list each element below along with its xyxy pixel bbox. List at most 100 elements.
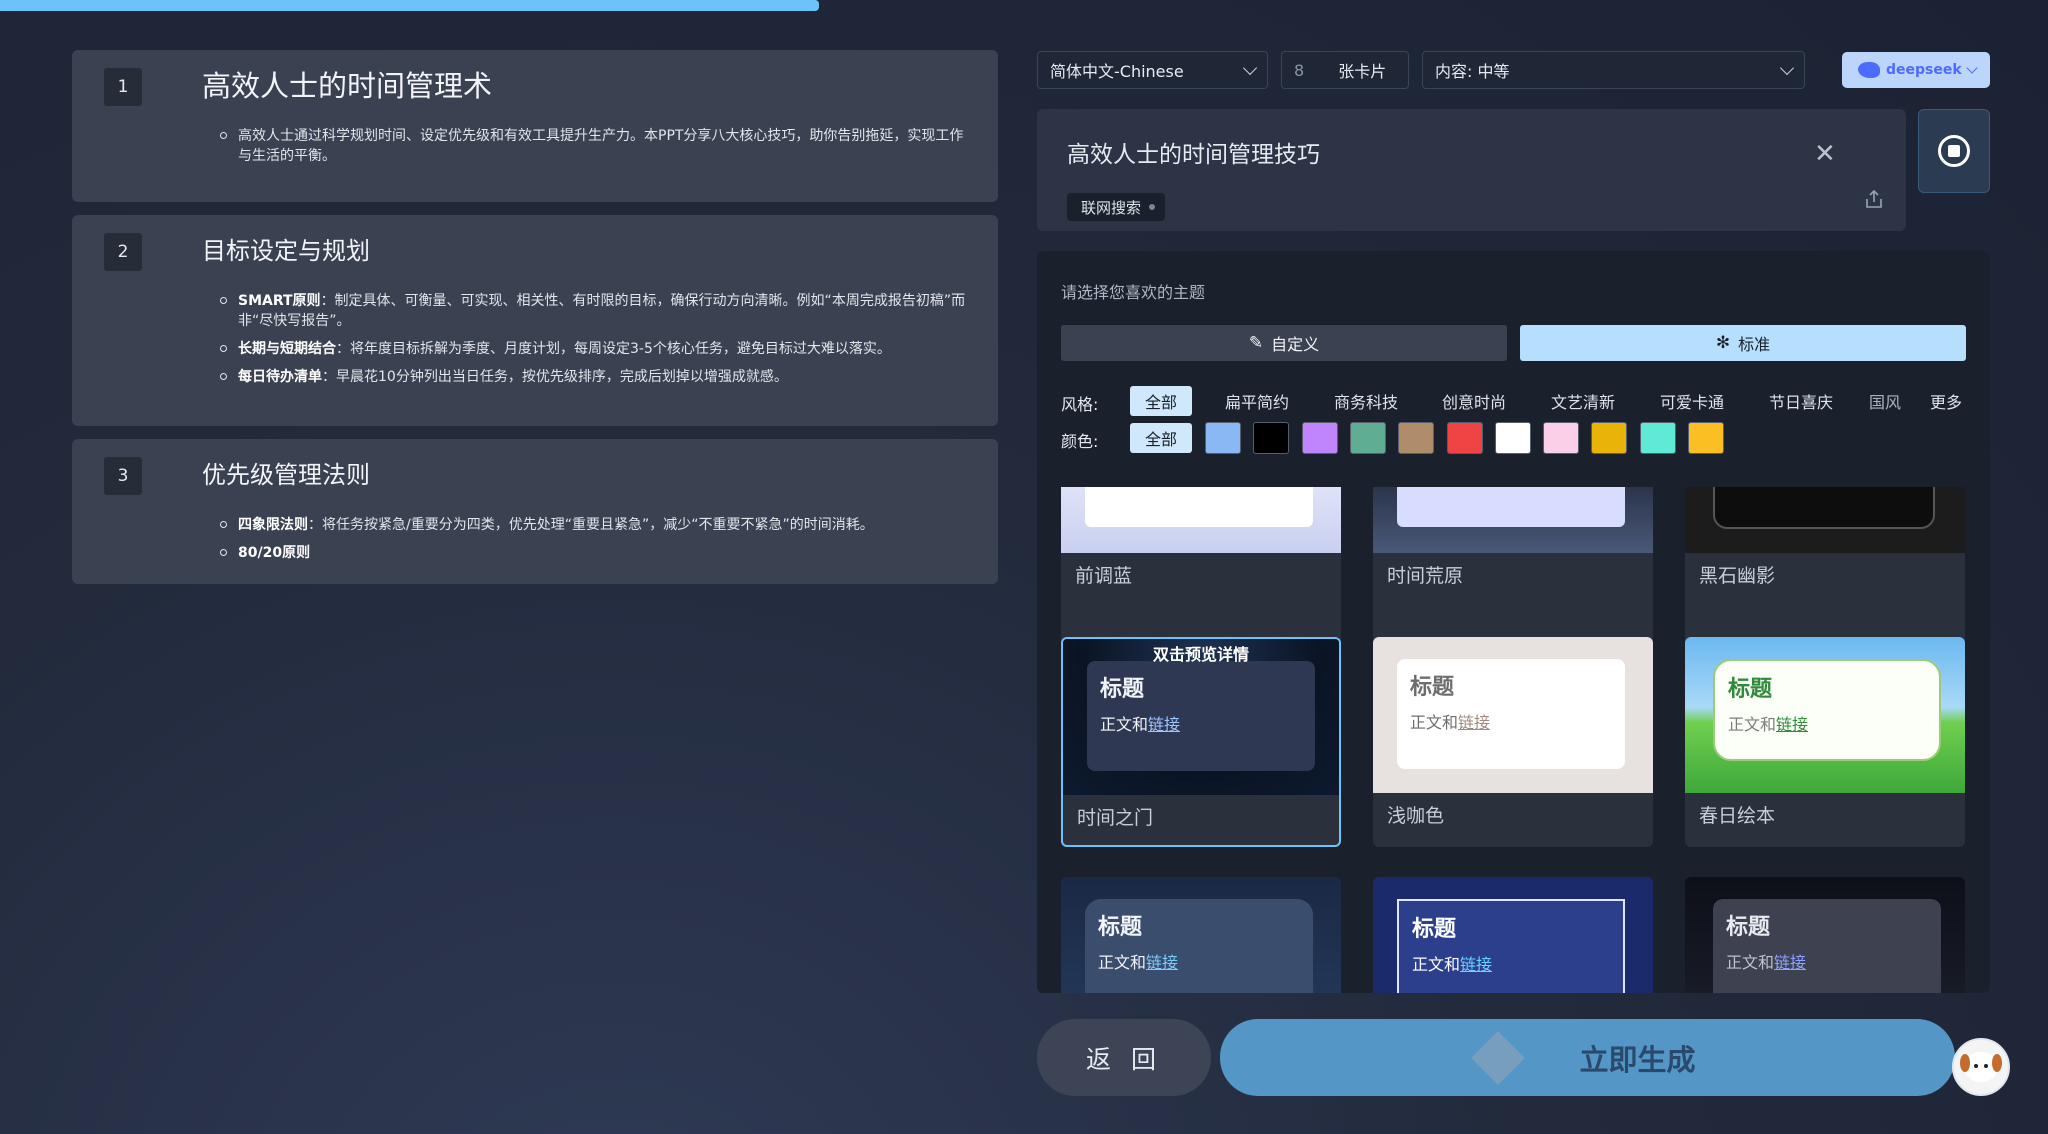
card-point[interactable]: SMART原则：制定具体、可衡量、可实现、相关性、有时限的目标，确保行动方向清晰… [220,291,968,331]
theme-name: 黑石幽影 [1699,565,1776,587]
theme-card[interactable]: 标题 正文和链接 浅咖色 [1373,637,1653,847]
color-swatch[interactable] [1253,422,1290,454]
magic-wand-icon: ✎ [1248,333,1264,353]
sample-body: 正文和链接 [1726,953,1807,972]
sample-body: 正文和链接 [1410,713,1491,732]
outline-card[interactable]: 3 优先级管理法则 四象限法则：将任务按紧急/重要分为四类，优先处理“重要且紧急… [72,439,998,584]
theme-card[interactable]: 标题 正文和链接 [1685,877,1965,993]
dog-mascot-icon [1960,1052,2002,1082]
content-level-value: 内容: 中等 [1435,62,1510,81]
color-swatch[interactable] [1205,422,1241,454]
theme-prompt: 请选择您喜欢的主题 [1061,283,1206,302]
theme-thumbnail [1373,487,1653,553]
color-swatch[interactable] [1398,422,1435,454]
outline-card[interactable]: 2 目标设定与规划 SMART原则：制定具体、可衡量、可实现、相关性、有时限的目… [72,215,998,426]
sample-link: 链接 [1460,955,1493,974]
back-button[interactable]: 返 回 [1037,1019,1211,1096]
color-swatch[interactable] [1639,422,1676,454]
more-styles-button[interactable]: 更多 [1922,386,1970,416]
generate-label: 立即生成 [1579,1042,1696,1077]
theme-name: 春日绘本 [1699,805,1776,827]
assistant-avatar[interactable] [1952,1038,2010,1096]
stop-button[interactable] [1918,109,1990,193]
sample-body: 正文和链接 [1412,955,1493,974]
generate-button[interactable]: 立即生成 [1220,1019,1955,1096]
sample-title: 标题 [1100,677,1145,702]
theme-name: 时间之门 [1077,807,1154,829]
sample-body: 正文和链接 [1100,715,1181,734]
theme-thumbnail: 标题 正文和链接 双击预览详情 [1063,639,1339,795]
color-swatch[interactable] [1446,422,1483,454]
outline-list: 1 高效人士的时间管理术 高效人士通过科学规划时间、设定优先级和有效工具提升生产… [72,50,998,597]
theme-card[interactable]: 标题正文和链接 [1373,877,1653,993]
sample-link: 链接 [1146,953,1179,972]
card-count-unit: 张卡片 [1338,62,1387,81]
theme-card[interactable]: 标题 正文和链接 双击预览详情 时间之门 [1061,637,1341,847]
color-swatch[interactable] [1543,422,1580,454]
theme-card[interactable]: 标题 正文和链接 [1061,877,1341,993]
style-filter[interactable]: 可爱卡通 [1652,386,1732,416]
style-filter[interactable]: 节日喜庆 [1761,386,1841,416]
content-level-select[interactable]: 内容: 中等 [1422,51,1805,89]
card-point[interactable]: 长期与短期结合：将年度目标拆解为季度、月度计划，每周设定3-5个核心任务，避免目… [220,339,968,359]
progress-bar [0,0,2048,11]
style-filter[interactable]: 创意时尚 [1434,386,1514,416]
style-filter[interactable]: 商务科技 [1326,386,1406,416]
topic-text[interactable]: 高效人士的时间管理技巧 [1067,135,1320,169]
theme-thumbnail [1061,487,1341,553]
generate-diamond-icon [1471,1030,1526,1085]
theme-sample-box: 标题正文和链接 [1397,899,1625,993]
theme-thumbnail: 标题 正文和链接 [1061,877,1341,993]
sample-link: 链接 [1776,715,1809,734]
theme-name: 时间荒原 [1387,565,1464,587]
color-filter-all[interactable]: 全部 [1130,423,1192,453]
custom-theme-tab[interactable]: ✎ 自定义 [1061,325,1507,361]
sample-link: 链接 [1148,715,1181,734]
theme-sample-box: 标题 正文和链接 [1085,899,1313,993]
share-icon[interactable] [1865,189,1883,209]
theme-sample-box: 标题 正文和链接 [1713,659,1941,761]
card-title[interactable]: 优先级管理法则 [202,457,968,493]
card-point[interactable]: 四象限法则：将任务按紧急/重要分为四类，优先处理“重要且紧急”，减少“不重要不紧… [220,515,968,535]
color-swatch[interactable] [1688,422,1724,454]
theme-sample-box: 标题正文和链接 [1087,661,1315,771]
model-select[interactable]: deepseek [1842,52,1990,88]
card-count-value[interactable]: 8 [1294,61,1304,80]
color-swatch[interactable] [1591,422,1628,454]
card-point[interactable]: 高效人士通过科学规划时间、设定优先级和有效工具提升生产力。本PPT分享八大核心技… [220,126,968,166]
style-filter-all[interactable]: 全部 [1130,386,1192,416]
card-count-field[interactable]: 8 张卡片 [1281,51,1409,89]
color-swatch[interactable] [1301,422,1338,454]
language-select[interactable]: 简体中文-Chinese [1037,51,1268,89]
sample-link: 链接 [1774,953,1807,972]
sample-body: 正文和链接 [1728,715,1809,734]
theme-sample-box: 标题 正文和链接 [1397,659,1625,769]
card-point[interactable]: 80/20原则 [220,543,968,563]
card-title[interactable]: 高效人士的时间管理术 [202,68,968,104]
style-filter[interactable]: 文艺清新 [1543,386,1623,416]
model-name: deepseek [1886,62,1962,78]
color-swatch[interactable] [1494,422,1531,454]
progress-fill [0,0,820,11]
card-points: SMART原则：制定具体、可衡量、可实现、相关性、有时限的目标，确保行动方向清晰… [220,291,968,387]
card-title[interactable]: 目标设定与规划 [202,233,968,269]
card-point[interactable]: 每日待办清单：早晨花10分钟列出当日任务，按优先级排序，完成后划掉以增强成就感。 [220,367,968,387]
deepseek-logo-icon [1858,62,1880,78]
standard-theme-label: 标准 [1738,335,1771,354]
standard-theme-tab[interactable]: ✻ 标准 [1520,325,1966,361]
web-search-toggle[interactable]: 联网搜索 [1067,193,1166,221]
card-number: 1 [104,68,142,106]
outline-card[interactable]: 1 高效人士的时间管理术 高效人士通过科学规划时间、设定优先级和有效工具提升生产… [72,50,998,202]
style-filter[interactable]: 扁平简约 [1217,386,1297,416]
theme-card[interactable]: 标题 正文和链接春日绘本 [1685,637,1965,847]
sample-body: 正文和链接 [1098,953,1179,972]
close-icon[interactable]: ✕ [1814,139,1836,169]
style-filter[interactable]: 国风 [1869,386,1917,416]
topic-input-box[interactable]: 高效人士的时间管理技巧 ✕ 联网搜索 [1037,109,1906,231]
theme-thumbnail: 标题正文和链接 [1373,877,1653,993]
color-swatch[interactable] [1349,422,1386,454]
theme-grid: 前调蓝 时间荒原 黑石幽影 标题 正文和链接 双击预览详情 时间之门 标题 正文和链接 浅咖… [1061,487,1966,993]
status-dot-icon [1149,204,1156,210]
sample-title: 标题 [1412,917,1457,942]
card-points: 高效人士通过科学规划时间、设定优先级和有效工具提升生产力。本PPT分享八大核心技… [220,126,968,166]
